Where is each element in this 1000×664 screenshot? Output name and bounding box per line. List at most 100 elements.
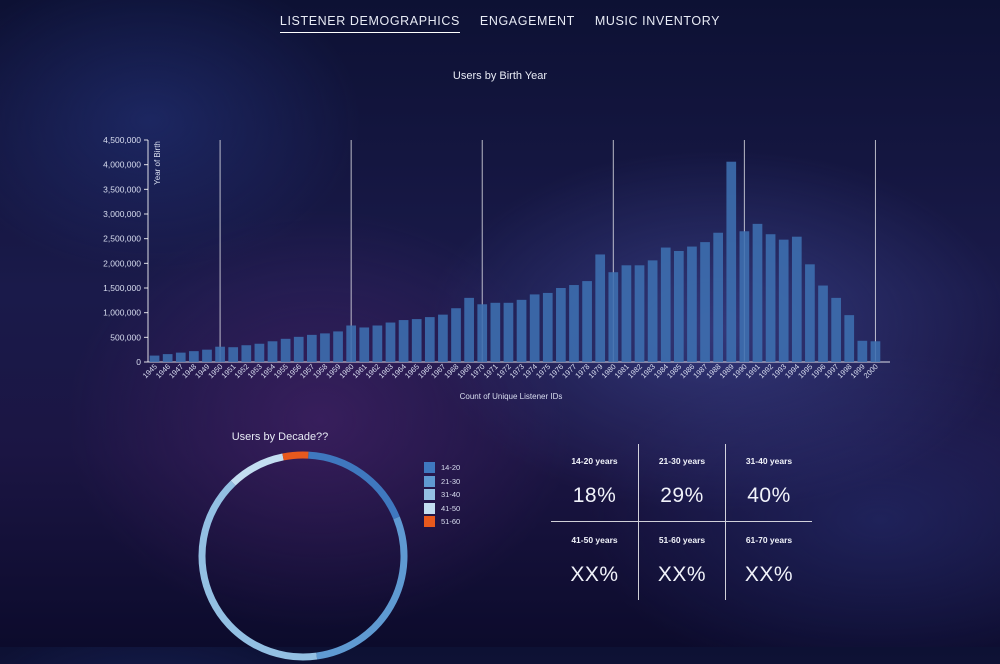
- bar: [621, 265, 632, 362]
- donut-chart-title: Users by Decade??: [231, 431, 329, 443]
- y-tick-label: 1,500,000: [103, 283, 141, 293]
- bar: [752, 223, 763, 362]
- legend-item: 51-60: [424, 515, 460, 529]
- bar: [516, 299, 527, 362]
- bar: [228, 347, 239, 362]
- x-tick-label: 2000: [862, 362, 880, 380]
- donut-legend: 14-20 21-30 31-40 41-50 51-60: [424, 461, 460, 529]
- stat-cell: 41-50 years XX%: [551, 522, 638, 600]
- stat-value: 40%: [747, 484, 791, 507]
- bar: [805, 264, 815, 362]
- bar: [700, 242, 710, 362]
- bar: [202, 349, 212, 362]
- stat-cell: 31-40 years 40%: [725, 444, 812, 522]
- x-axis-label: Count of Unique Listener IDs: [460, 392, 563, 401]
- legend-item: 14-20: [424, 461, 460, 475]
- bar: [556, 288, 566, 362]
- bar: [490, 302, 501, 362]
- bar: [582, 281, 592, 362]
- bar: [267, 341, 278, 362]
- bar: [162, 354, 173, 362]
- bar: [189, 351, 199, 362]
- y-tick-label: 3,500,000: [103, 184, 141, 194]
- stat-cell: 51-60 years XX%: [638, 522, 725, 600]
- donut-slice: [282, 451, 309, 461]
- bar: [346, 325, 357, 362]
- bar: [438, 314, 448, 362]
- bar: [372, 325, 383, 362]
- bar: [215, 346, 225, 362]
- bar: [660, 247, 671, 362]
- stat-value: XX%: [744, 563, 794, 586]
- y-tick-label: 4,000,000: [103, 160, 141, 170]
- y-tick-label: 500,000: [110, 332, 141, 342]
- stat-label: 31-40 years: [745, 456, 793, 466]
- bar: [673, 251, 684, 362]
- bar: [411, 319, 422, 362]
- stat-label: 51-60 years: [658, 535, 706, 545]
- bar: [569, 285, 579, 362]
- bar: [818, 285, 828, 362]
- legend-swatch: [424, 475, 435, 487]
- stat-label: 61-70 years: [745, 535, 793, 545]
- decade-donut-chart: [198, 451, 408, 661]
- legend-swatch: [424, 516, 435, 528]
- legend-item: 21-30: [424, 475, 460, 489]
- bar: [713, 232, 724, 362]
- birth-year-bar-chart: 0 500,000 1,000,000 1,500,000 2,000,000 2,500…: [103, 135, 890, 401]
- bar: [739, 231, 750, 362]
- y-tick-label: 0: [136, 357, 141, 367]
- bar: [424, 317, 435, 362]
- bar: [149, 355, 160, 362]
- bar: [870, 341, 881, 362]
- bar: [857, 340, 868, 362]
- y-axis-label: Year of Birth: [153, 141, 162, 185]
- stat-cell: 61-70 years XX%: [725, 522, 812, 600]
- stat-cell: 14-20 years 18%: [551, 444, 638, 522]
- bar: [778, 239, 789, 362]
- bar: [254, 343, 265, 362]
- bar: [844, 315, 855, 362]
- y-tick-label: 3,000,000: [103, 209, 141, 219]
- legend-swatch: [424, 502, 435, 514]
- bar: [765, 234, 776, 362]
- bar: [175, 352, 186, 362]
- bar: [542, 292, 553, 362]
- bar: [241, 345, 252, 362]
- donut-slice: [198, 480, 318, 661]
- y-tick-label: 2,500,000: [103, 234, 141, 244]
- bar: [451, 308, 461, 362]
- bar: [333, 331, 343, 362]
- stat-label: 41-50 years: [571, 535, 618, 545]
- bar: [608, 272, 619, 362]
- stat-value: XX%: [657, 563, 707, 586]
- stat-value: 18%: [572, 484, 617, 507]
- bar: [791, 236, 802, 362]
- donut-slice: [230, 453, 284, 486]
- bar: [503, 302, 514, 362]
- bar: [529, 294, 540, 362]
- stat-value: 29%: [660, 484, 704, 507]
- y-tick-label: 1,000,000: [103, 308, 141, 318]
- legend-label: 14-20: [441, 463, 461, 473]
- donut-slice: [316, 516, 408, 660]
- stat-cell: 21-30 years 29%: [638, 444, 725, 522]
- legend-label: 31-40: [441, 490, 461, 500]
- bar: [831, 297, 841, 362]
- bar: [385, 322, 396, 362]
- legend-item: 31-40: [424, 488, 460, 502]
- legend-label: 41-50: [441, 503, 461, 513]
- bar: [359, 327, 370, 362]
- stat-label: 14-20 years: [571, 456, 618, 466]
- bar: [634, 265, 645, 362]
- bar: [726, 161, 737, 362]
- bar: [280, 338, 291, 362]
- legend-swatch: [424, 489, 435, 501]
- bar: [464, 297, 474, 362]
- legend-item: 41-50: [424, 502, 460, 516]
- bar: [595, 254, 606, 362]
- bar: [293, 336, 304, 362]
- donut-slice: [308, 451, 400, 520]
- legend-label: 21-30: [441, 476, 461, 486]
- bar: [687, 246, 697, 362]
